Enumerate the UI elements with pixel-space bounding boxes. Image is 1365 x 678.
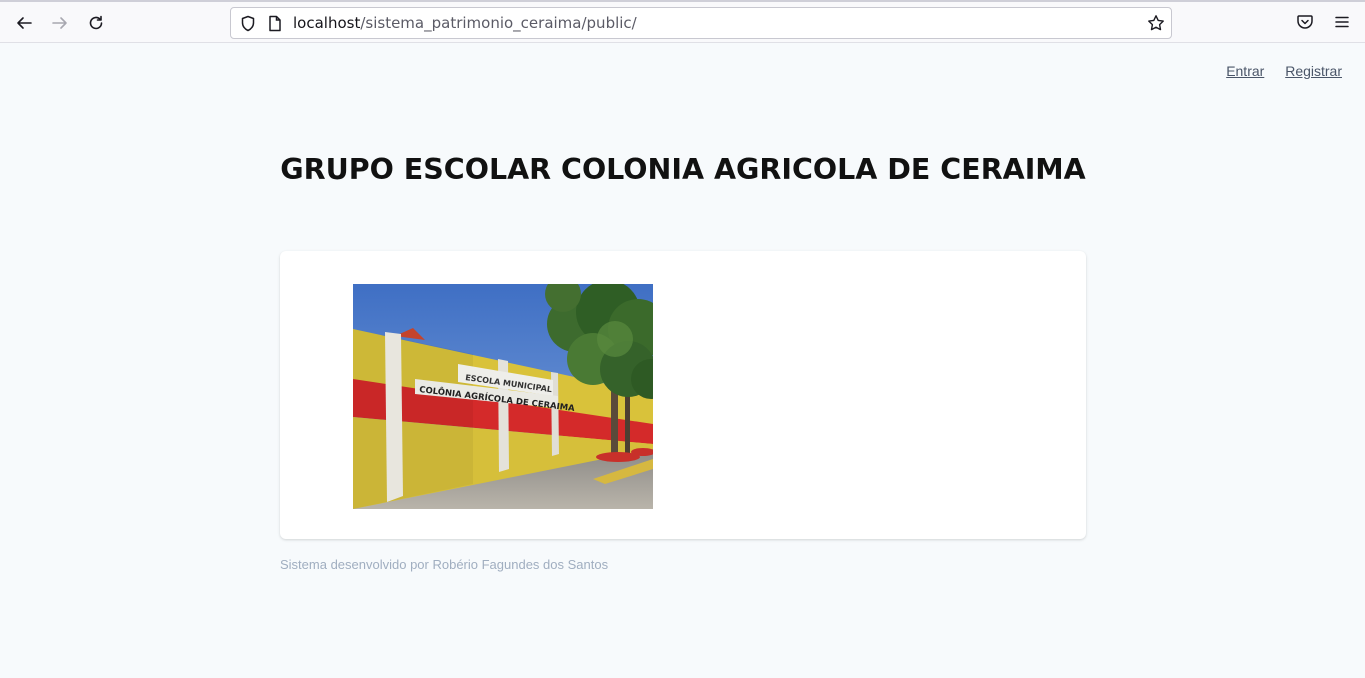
pocket-icon[interactable] — [1296, 13, 1316, 33]
url-host: localhost — [293, 14, 361, 32]
register-link[interactable]: Registrar — [1285, 63, 1342, 79]
browser-toolbar: localhost/sistema_patrimonio_ceraima/pub… — [0, 0, 1365, 43]
auth-links: Entrar Registrar — [1209, 63, 1342, 79]
page-icon — [268, 15, 282, 36]
school-photo: ESCOLA MUNICIPAL COLÔNIA AGRÍCOLA DE CER… — [353, 284, 653, 509]
reload-icon[interactable] — [84, 11, 108, 35]
star-icon[interactable] — [1147, 14, 1165, 36]
login-link[interactable]: Entrar — [1226, 63, 1264, 79]
content-card: ESCOLA MUNICIPAL COLÔNIA AGRÍCOLA DE CER… — [280, 251, 1086, 539]
page-title: GRUPO ESCOLAR COLONIA AGRICOLA DE CERAIM… — [280, 153, 1086, 186]
footer-credit: Sistema desenvolvido por Robério Fagunde… — [280, 557, 609, 572]
forward-arrow-icon[interactable] — [48, 11, 72, 35]
hamburger-menu-icon[interactable] — [1333, 13, 1353, 33]
url-bar[interactable]: localhost/sistema_patrimonio_ceraima/pub… — [230, 7, 1172, 39]
back-arrow-icon[interactable] — [12, 11, 36, 35]
url-text[interactable]: localhost/sistema_patrimonio_ceraima/pub… — [293, 14, 637, 32]
shield-icon[interactable] — [240, 15, 256, 36]
url-path: /sistema_patrimonio_ceraima/public/ — [360, 14, 637, 32]
